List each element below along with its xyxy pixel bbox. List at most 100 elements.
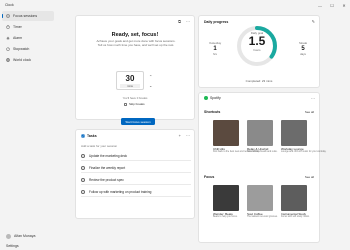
task-item[interactable]: Review the product spec: [81, 175, 191, 185]
task-label: Finalize the weekly report: [89, 165, 126, 170]
task-checkbox[interactable]: [81, 153, 85, 158]
settings-label: Settings: [6, 243, 19, 248]
goal-value: 1.5: [248, 34, 266, 48]
task-label: Update the marketing deck: [89, 153, 128, 158]
sidebar-item-timer[interactable]: Timer: [2, 22, 54, 32]
more-options-icon[interactable]: ⋯: [186, 133, 190, 138]
yesterday-stat: Yesterday 1 hrs: [205, 41, 225, 56]
playlist-tile[interactable]: Soul Coffee The tastiest neo-soul groove…: [247, 185, 278, 218]
minutes-input[interactable]: 30 mins: [116, 71, 144, 90]
app-title: Clock: [5, 3, 14, 7]
card-actions: ⧉ ⋯: [178, 19, 190, 24]
sidebar-item-label: Focus sessions: [13, 14, 38, 18]
focus-icon: [6, 14, 10, 18]
playlist-description: The tastiest neo-soul grooves.: [247, 216, 278, 218]
breaks-note: You'll have 0 breaks: [122, 96, 148, 100]
playlist-tile[interactable]: Workday Lounge Lounge and chill out musi…: [281, 120, 327, 153]
sidebar: Focus sessions Timer Alarm Stopwatch Wor…: [0, 11, 56, 250]
more-options-icon[interactable]: ⋯: [186, 19, 190, 24]
maximize-button[interactable]: ☐: [326, 0, 338, 10]
streak-unit: days: [300, 52, 306, 56]
spotify-brand: Spotify: [210, 96, 221, 100]
daily-goal-stat: Daily goal 1.5 hours: [235, 31, 279, 52]
tasks-title: Tasks: [87, 134, 97, 138]
tasks-card: Tasks + ⋯ Update the marketing deck Fina…: [75, 129, 195, 219]
minutes-value: 30: [125, 74, 135, 83]
playlist-description: Lounge and chill out music for your work…: [281, 151, 327, 153]
playlist-cover: [281, 185, 307, 211]
checkbox-icon: [124, 102, 127, 106]
daily-progress-card: Daily progress ✎ Yesterday 1 hrs Daily g…: [198, 15, 320, 88]
start-label: Start focus session: [125, 119, 151, 124]
skip-breaks-label: Skip breaks: [129, 102, 145, 106]
settings-button[interactable]: Settings: [0, 241, 56, 250]
sidebar-item-label: Alarm: [13, 36, 23, 40]
sidebar-footer: Alfan Munaya Settings: [0, 231, 56, 250]
globe-icon: [6, 58, 10, 62]
playlist-description: Kick back to the best new and recent chi…: [213, 151, 260, 153]
timer-icon: [6, 25, 10, 29]
minimize-button[interactable]: —: [314, 0, 326, 10]
playlist-cover: [281, 120, 307, 146]
skip-breaks-checkbox[interactable]: Skip breaks: [124, 102, 145, 106]
account-name: Alfan Munaya: [14, 234, 36, 238]
focus-playlists-title: Focus: [204, 175, 215, 179]
progress-title: Daily progress: [204, 20, 229, 24]
sidebar-item-alarm[interactable]: Alarm: [2, 33, 54, 43]
task-item[interactable]: Follow up with marketing on product trai…: [81, 187, 191, 197]
task-item[interactable]: Update the marketing deck: [81, 151, 191, 161]
focus-session-card: ⧉ ⋯ Ready, set, focus! Achieve your goal…: [75, 15, 195, 125]
start-focus-session-button[interactable]: Start focus session: [121, 118, 155, 125]
completed-text: Completed: 23 mins: [245, 79, 273, 83]
focus-see-all-link[interactable]: See all: [305, 175, 314, 179]
playlist-tile[interactable]: Chill Hits Kick back to the best new and…: [213, 120, 260, 153]
close-button[interactable]: ✕: [338, 0, 350, 10]
progress-actions: ✎: [312, 19, 315, 24]
decrease-minutes-icon[interactable]: ⌄: [149, 81, 152, 90]
task-checkbox[interactable]: [81, 189, 85, 194]
goal-unit: hours: [253, 48, 261, 52]
avatar: [6, 233, 11, 239]
playlist-tile[interactable]: Instrumental Study Focus with soft study…: [281, 185, 310, 218]
add-task-input[interactable]: [81, 143, 191, 149]
minutes-unit: mins: [120, 84, 140, 88]
task-label: Review the product spec: [89, 177, 124, 182]
yesterday-unit: hrs: [213, 52, 217, 56]
increase-minutes-icon[interactable]: ⌃: [149, 72, 152, 81]
playlist-tile[interactable]: Relax & Unwind Take a deep breath and re…: [247, 120, 278, 153]
playlist-cover: [247, 120, 273, 146]
spotify-card: Spotify ⋯ Shortcuts See all Chill Hits K…: [198, 92, 327, 243]
playlist-description: Beats to help you focus.: [213, 216, 238, 218]
compact-view-icon[interactable]: ⧉: [178, 19, 181, 24]
tasks-icon: [81, 134, 85, 138]
streak-stat: Streak 5 days: [293, 41, 313, 56]
playlist-cover: [213, 120, 239, 146]
sidebar-item-focus-sessions[interactable]: Focus sessions: [2, 11, 54, 21]
minutes-stepper: ⌃ ⌄: [149, 72, 152, 90]
shortcuts-see-all-link[interactable]: See all: [305, 110, 314, 114]
focus-description: Achieve your goals and get more done wit…: [96, 39, 176, 47]
add-task-icon[interactable]: +: [179, 133, 181, 138]
edit-icon[interactable]: ✎: [312, 19, 315, 24]
title-bar: Clock: [0, 0, 350, 10]
spotify-header: Spotify: [204, 96, 221, 100]
sidebar-item-label: Stopwatch: [13, 47, 30, 51]
task-item[interactable]: Finalize the weekly report: [81, 163, 191, 173]
sidebar-item-label: Timer: [13, 25, 22, 29]
sidebar-item-world-clock[interactable]: World clock: [2, 55, 54, 65]
spotify-actions: ⋯: [311, 96, 315, 101]
more-options-icon[interactable]: ⋯: [311, 96, 315, 101]
streak-label: Streak: [298, 41, 308, 45]
sidebar-item-label: World clock: [13, 58, 32, 62]
stopwatch-icon: [6, 47, 10, 51]
playlist-cover: [213, 185, 239, 211]
task-checkbox[interactable]: [81, 177, 85, 182]
playlist-description: Take a deep breath and relax.: [247, 151, 278, 153]
alarm-icon: [6, 36, 10, 40]
focus-title: Ready, set, focus!: [111, 32, 159, 38]
task-checkbox[interactable]: [81, 165, 85, 170]
account-button[interactable]: Alfan Munaya: [0, 231, 56, 241]
sidebar-item-stopwatch[interactable]: Stopwatch: [2, 44, 54, 54]
playlist-tile[interactable]: Weirder: Beats Beats to help you focus.: [213, 185, 239, 218]
spotify-logo-icon: [204, 96, 208, 100]
